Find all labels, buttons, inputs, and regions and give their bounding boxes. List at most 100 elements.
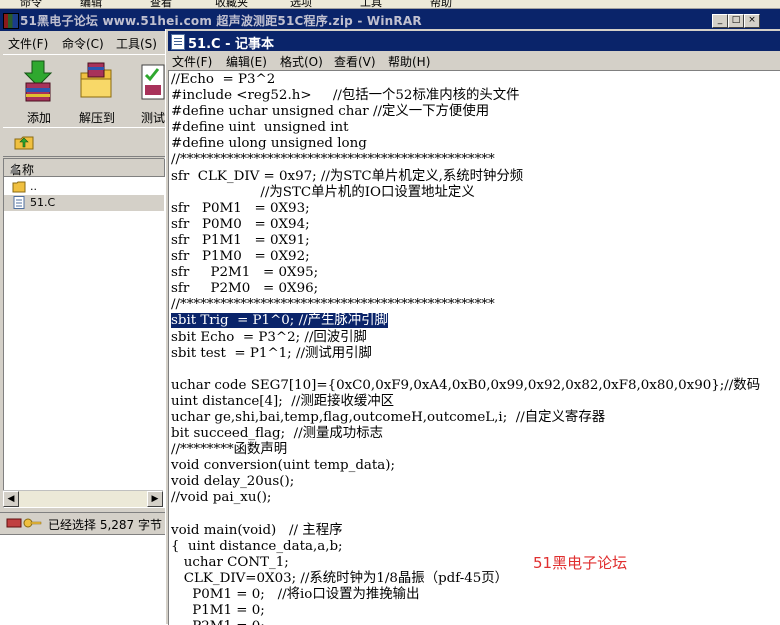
extract-to-label: 解压到 bbox=[78, 111, 115, 125]
winrar-status-bar: 已经选择 5,287 字节 bbox=[0, 512, 170, 533]
menu-tools[interactable]: 工具(S) bbox=[116, 35, 157, 52]
top-strip-item: 帮助 bbox=[430, 0, 452, 9]
line-text: sfr P1M1 = 0X91; bbox=[171, 232, 310, 248]
column-header-name[interactable]: 名称 ▲ bbox=[4, 159, 165, 177]
code-line: sfr P2M0 = 0X96; bbox=[171, 281, 760, 297]
file-row-parent[interactable]: .. bbox=[4, 179, 164, 195]
file-name: .. bbox=[30, 180, 37, 193]
code-line: P0M1 = 0; //将io口设置为推挽输出 bbox=[171, 587, 760, 603]
code-line: sfr CLK_DIV = 0x97; //为STC单片机定义,系统时钟分频 bbox=[171, 169, 760, 185]
winrar-window-title: 51黑电子论坛 www.51hei.com 超声波测距51C程序.zip - W… bbox=[20, 14, 422, 28]
line-text: uint distance[4]; //测距接收缓冲区 bbox=[171, 393, 395, 409]
test-archive-icon bbox=[141, 64, 165, 100]
line-text: bit succeed_flag; //测量成功标志 bbox=[171, 426, 383, 442]
folder-up-icon bbox=[12, 181, 26, 193]
extract-folder-icon bbox=[80, 62, 112, 98]
code-line: //为STC单片机的IO口设置地址定义 bbox=[171, 185, 760, 201]
code-line: #define ulong unsigned long bbox=[171, 136, 760, 152]
file-name: 51.C bbox=[30, 196, 56, 209]
line-text: uchar code SEG7[10]={0xC0,0xF9,0xA4,0xB0… bbox=[171, 377, 761, 393]
desktop-top-strip: 命令 编辑 查看 收藏夹 选项 工具 帮助 bbox=[0, 0, 780, 9]
notepad-menubar: 文件(F) 编辑(E) 格式(O) 查看(V) 帮助(H) bbox=[168, 51, 780, 69]
line-text: #define uchar unsigned char //定义一下方便使用 bbox=[171, 104, 490, 120]
up-folder-icon[interactable] bbox=[13, 133, 35, 151]
scroll-right-button[interactable]: ▶ bbox=[147, 491, 163, 507]
code-line: uint distance[4]; //测距接收缓冲区 bbox=[171, 394, 760, 410]
code-line: sfr P2M1 = 0X95; bbox=[171, 265, 760, 281]
line-text: P2M1 = 0; bbox=[171, 619, 265, 625]
menu-edit[interactable]: 编辑(E) bbox=[226, 53, 267, 70]
code-line: #define uint unsigned int bbox=[171, 120, 760, 136]
code-line: #include <reg52.h> //包括一个52标准内核的头文件 bbox=[171, 88, 760, 104]
menu-help[interactable]: 帮助(H) bbox=[388, 53, 430, 70]
close-button[interactable]: × bbox=[744, 14, 760, 28]
extract-to-button[interactable]: 解压到 bbox=[71, 57, 121, 125]
code-line: sbit test = P1^1; //测试用引脚 bbox=[171, 346, 760, 362]
code-line: void delay_20us(); bbox=[171, 474, 760, 490]
line-text: sfr P0M1 = 0X93; bbox=[171, 200, 310, 216]
maximize-button[interactable]: □ bbox=[728, 14, 744, 28]
winrar-address-bar bbox=[3, 127, 178, 157]
code-line: P2M1 = 0; bbox=[171, 619, 760, 625]
winrar-menubar: 文件(F) 命令(C) 工具(S) bbox=[0, 32, 180, 52]
scroll-left-button[interactable]: ◀ bbox=[3, 491, 19, 507]
top-strip-item: 工具 bbox=[360, 0, 382, 9]
top-strip-item: 命令 bbox=[20, 0, 42, 9]
minimize-button[interactable]: _ bbox=[712, 14, 728, 28]
line-text: sbit test = P1^1; //测试用引脚 bbox=[171, 345, 372, 361]
winrar-lower-pane bbox=[0, 534, 170, 625]
menu-format[interactable]: 格式(O) bbox=[280, 53, 323, 70]
menu-commands[interactable]: 命令(C) bbox=[62, 35, 104, 52]
menu-file[interactable]: 文件(F) bbox=[8, 35, 48, 52]
code-line: //********函数声明 bbox=[171, 442, 760, 458]
code-line: sfr P0M1 = 0X93; bbox=[171, 201, 760, 217]
file-row-51c[interactable]: 51.C bbox=[4, 195, 164, 211]
winrar-title-bar[interactable]: 51黑电子论坛 www.51hei.com 超声波测距51C程序.zip - W… bbox=[0, 9, 780, 31]
status-key-icon bbox=[6, 518, 42, 528]
line-text: //void pai_xu(); bbox=[171, 490, 272, 506]
winrar-toolbar: 添加 解压到 测试 bbox=[3, 54, 178, 128]
line-text: //**************************************… bbox=[171, 152, 495, 168]
line-text: void conversion(uint temp_data); bbox=[171, 458, 395, 474]
line-text: //Echo = P3^2 bbox=[171, 72, 276, 87]
code-line: bit succeed_flag; //测量成功标志 bbox=[171, 426, 760, 442]
text-editor-area[interactable]: //Echo = P3^2 #include <reg52.h> //包括一个52… bbox=[168, 70, 780, 625]
notepad-window-title: 51.C - 记事本 bbox=[188, 37, 275, 52]
line-text: { uint distance_data,a,b; bbox=[171, 538, 343, 554]
line-text: sfr P2M0 = 0X96; bbox=[171, 281, 319, 297]
code-line: //**************************************… bbox=[171, 297, 760, 313]
notepad-title-bar[interactable]: 51.C - 记事本 bbox=[168, 31, 780, 52]
menu-file[interactable]: 文件(F) bbox=[172, 53, 212, 70]
add-button[interactable]: 添加 bbox=[13, 57, 63, 125]
code-line: CLK_DIV=0X03; //系统时钟为1/8晶振（pdf-45页） bbox=[171, 571, 760, 587]
code-line: //**************************************… bbox=[171, 152, 760, 168]
menu-view[interactable]: 查看(V) bbox=[334, 53, 376, 70]
add-archive-icon bbox=[23, 60, 53, 102]
line-text: //********函数声明 bbox=[171, 442, 288, 458]
watermark-text: 51黑电子论坛 bbox=[533, 554, 628, 572]
line-text: uchar ge,shi,bai,temp,flag,outcomeH,outc… bbox=[171, 409, 606, 425]
sort-ascending-icon: ▲ bbox=[10, 161, 20, 175]
horizontal-scrollbar[interactable]: ◀ ▶ bbox=[3, 490, 163, 507]
line-text: //为STC单片机的IO口设置地址定义 bbox=[171, 184, 475, 200]
file-list: 名称 ▲ .. 51.C bbox=[3, 158, 165, 508]
notepad-window: 51.C - 记事本 文件(F) 编辑(E) 格式(O) 查看(V) 帮助(H)… bbox=[165, 29, 780, 625]
line-text: sfr P1M0 = 0X92; bbox=[171, 249, 310, 265]
selected-text: sbit Trig = P1^0; //产生脉冲引脚 bbox=[171, 313, 388, 329]
notepad-app-icon bbox=[171, 34, 185, 50]
code-line: uchar CONT_1; bbox=[171, 555, 760, 571]
top-strip-item: 收藏夹 bbox=[215, 0, 248, 9]
code-line: //void pai_xu(); bbox=[171, 490, 760, 506]
line-text: #include <reg52.h> //包括一个52标准内核的头文件 bbox=[171, 88, 520, 104]
code-line: { uint distance_data,a,b; bbox=[171, 539, 760, 555]
line-text: P0M1 = 0; //将io口设置为推挽输出 bbox=[171, 587, 420, 602]
selection-status: 已经选择 5,287 字节 bbox=[48, 518, 162, 532]
line-text: sbit Echo = P3^2; //回波引脚 bbox=[171, 329, 367, 345]
code-line: sfr P0M0 = 0X94; bbox=[171, 217, 760, 233]
code-line: sbit Echo = P3^2; //回波引脚 bbox=[171, 330, 760, 346]
line-text: void delay_20us(); bbox=[171, 474, 295, 490]
top-strip-item: 编辑 bbox=[80, 0, 102, 9]
top-strip-item: 查看 bbox=[150, 0, 172, 9]
c-file-icon bbox=[13, 196, 25, 209]
